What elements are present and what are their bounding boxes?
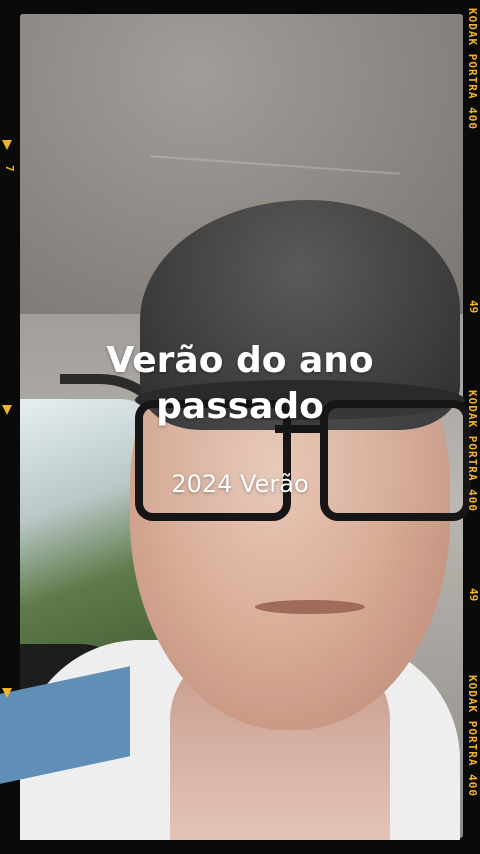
mouth bbox=[255, 600, 365, 614]
film-frame-number: 49 bbox=[467, 300, 480, 314]
film-frame-number: 49 bbox=[467, 588, 480, 602]
film-frame: Verão do ano passado 2024 Verão 7 KODAK … bbox=[0, 0, 480, 854]
triangle-down-icon bbox=[2, 405, 12, 415]
film-strip-left: 7 bbox=[0, 0, 16, 854]
film-strip-right: KODAK PORTRA 400 49 KODAK PORTRA 400 49 … bbox=[464, 0, 480, 854]
film-brand-label: KODAK PORTRA 400 bbox=[466, 675, 479, 797]
overlay-subtitle: 2024 Verão bbox=[171, 470, 309, 498]
overlay-title: Verão do ano passado bbox=[106, 340, 374, 427]
film-left-number: 7 bbox=[3, 165, 16, 172]
overlay-caption: Verão do ano passado 2024 Verão bbox=[0, 338, 480, 498]
triangle-down-icon bbox=[2, 688, 12, 698]
film-brand-label: KODAK PORTRA 400 bbox=[466, 390, 479, 512]
film-brand-label: KODAK PORTRA 400 bbox=[466, 8, 479, 130]
triangle-down-icon bbox=[2, 140, 12, 150]
